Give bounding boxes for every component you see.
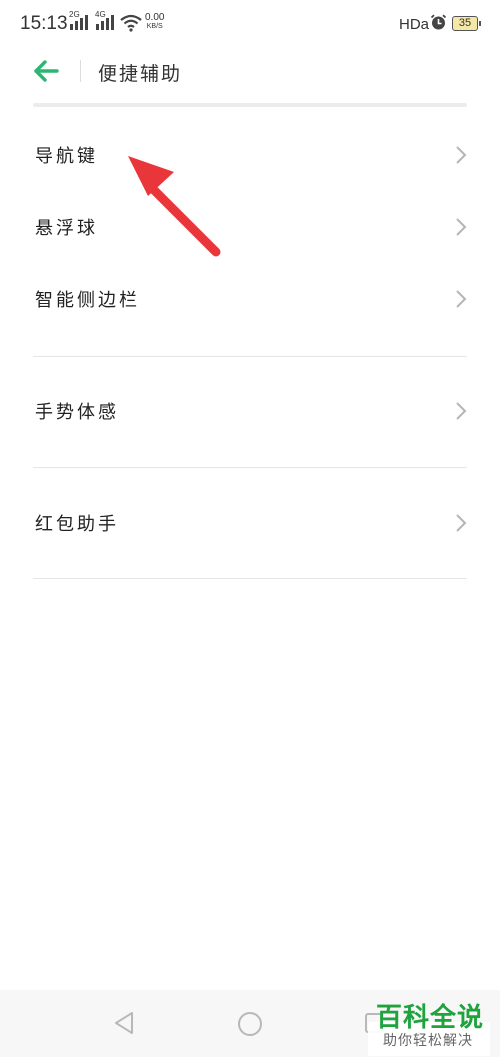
menu-item-label: 智能侧边栏 [35, 290, 140, 311]
nav-back-icon[interactable] [112, 1010, 136, 1036]
status-bar: 15:13 2G 4G 0.00 KB/S HDa 35 [0, 0, 500, 48]
menu-item-label: 导航键 [35, 146, 98, 167]
alarm-icon [430, 14, 447, 30]
menu-item-label: 悬浮球 [35, 218, 98, 239]
net-speed-value: 0.00 [145, 12, 165, 23]
signal-tag-1: 2G [69, 10, 80, 19]
net-speed-unit: KB/S [146, 23, 163, 30]
back-button[interactable] [30, 56, 66, 86]
watermark-title: 百科全说 [376, 1003, 485, 1033]
nav-home-icon[interactable] [237, 1011, 263, 1037]
menu-item-navigation-keys[interactable]: 导航键 [0, 128, 500, 188]
menu-item-smart-sidebar[interactable]: 智能侧边栏 [0, 272, 500, 332]
wifi-icon [120, 14, 142, 32]
section-divider [33, 467, 467, 468]
menu-item-gestures-motions[interactable]: 手势体感 [0, 384, 500, 444]
back-arrow-icon [34, 60, 59, 82]
menu-item-label: 手势体感 [35, 402, 119, 423]
header-separator [33, 103, 467, 107]
chevron-right-icon [456, 290, 467, 308]
menu-item-floating-ball[interactable]: 悬浮球 [0, 200, 500, 260]
signal-icon: 4G [95, 10, 114, 30]
header-divider [80, 60, 81, 82]
chevron-right-icon [456, 402, 467, 420]
section-divider [33, 578, 467, 579]
battery-icon: 35 [452, 16, 481, 31]
status-time: 15:13 [20, 13, 68, 34]
chevron-right-icon [456, 514, 467, 532]
chevron-right-icon [456, 146, 467, 164]
page-title: 便捷辅助 [98, 63, 183, 85]
menu-item-label: 红包助手 [35, 514, 119, 535]
watermark-subtitle: 助你轻松解决 [383, 1033, 473, 1049]
network-speed: 0.00 KB/S [145, 13, 164, 31]
section-divider [33, 356, 467, 357]
menu-item-red-packet-assistant[interactable]: 红包助手 [0, 496, 500, 556]
annotation-arrow-icon [128, 156, 221, 257]
app-header: 便捷辅助 [0, 50, 500, 106]
signal-tag-2: 4G [95, 10, 106, 19]
signal-icon: 2G [69, 10, 88, 30]
hd-indicator: HDa [399, 16, 430, 33]
chevron-right-icon [456, 218, 467, 236]
